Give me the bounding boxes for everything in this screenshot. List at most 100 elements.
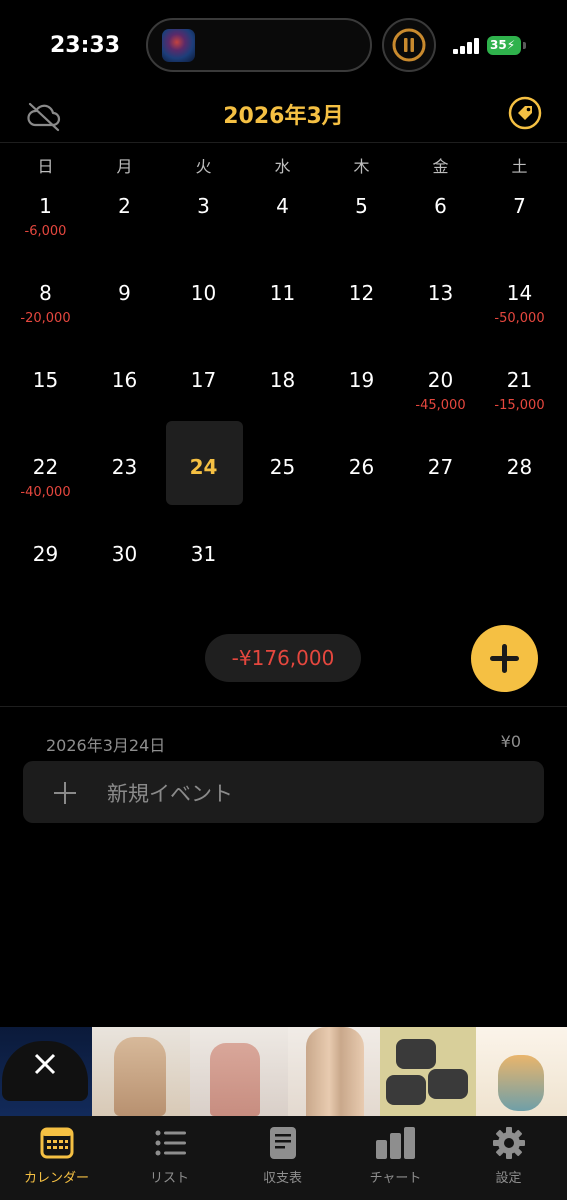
day-number: 24 (189, 455, 218, 479)
day-cell[interactable]: 11 (243, 273, 322, 359)
day-number: 14 (506, 281, 533, 305)
list-icon (113, 1126, 226, 1164)
day-cell[interactable]: 7 (480, 186, 559, 272)
day-cell[interactable]: 6 (401, 186, 480, 272)
ad-banner[interactable] (0, 1027, 567, 1116)
day-cell[interactable]: 27 (401, 447, 480, 533)
status-bar: 23:33 35⚡ (0, 0, 567, 90)
day-amount: -20,000 (20, 311, 71, 326)
weekday-sat: 土 (511, 157, 528, 176)
day-number: 3 (197, 194, 210, 218)
knit-image (210, 1043, 260, 1116)
tab-settings[interactable]: 設定 (452, 1116, 565, 1200)
day-number: 9 (118, 281, 131, 305)
x-logo-icon (34, 1053, 56, 1075)
day-number: 30 (111, 542, 138, 566)
ad-image-stockings[interactable] (288, 1027, 380, 1116)
day-number: 22 (32, 455, 59, 479)
bar-chart-icon (339, 1126, 452, 1164)
calendar-icon (0, 1126, 113, 1164)
day-cell[interactable]: 26 (322, 447, 401, 533)
battery-tip (523, 42, 526, 49)
day-number: 11 (269, 281, 296, 305)
weekday-row: 日 月 火 水 木 金 土 (6, 153, 561, 181)
day-number: 27 (427, 455, 454, 479)
day-cell[interactable]: 8 -20,000 (6, 273, 85, 359)
tab-balance-sheet[interactable]: 収支表 (226, 1116, 339, 1200)
day-cell[interactable]: 15 (6, 360, 85, 446)
day-cell[interactable]: 2 (85, 186, 164, 272)
ad-image-cap[interactable] (0, 1027, 92, 1116)
day-cell[interactable]: 3 (164, 186, 243, 272)
day-cell[interactable]: 20 -45,000 (401, 360, 480, 446)
day-number: 29 (32, 542, 59, 566)
day-cell[interactable]: 1 -6,000 (6, 186, 85, 272)
day-cell[interactable]: 18 (243, 360, 322, 446)
weekday-fri: 金 (432, 157, 449, 176)
wallet-image (428, 1069, 468, 1099)
day-cell[interactable]: 5 (322, 186, 401, 272)
dress-image (114, 1037, 166, 1116)
day-cell[interactable]: 31 (164, 534, 243, 620)
day-cell[interactable]: 19 (322, 360, 401, 446)
day-number: 18 (269, 368, 296, 392)
day-cell[interactable]: 25 (243, 447, 322, 533)
month-total-pill[interactable]: -¥176,000 (205, 634, 361, 682)
battery-level: 35 (490, 38, 507, 52)
day-cell[interactable]: 10 (164, 273, 243, 359)
day-cell[interactable]: 4 (243, 186, 322, 272)
section-divider (0, 706, 567, 707)
dynamic-island[interactable] (146, 18, 372, 72)
cellular-signal-icon (453, 38, 479, 54)
ad-image-wallets[interactable] (380, 1027, 476, 1116)
selected-day-total: ¥0 (500, 732, 521, 751)
day-number: 21 (506, 368, 533, 392)
day-number: 10 (190, 281, 217, 305)
ad-image-keychain[interactable] (476, 1027, 567, 1116)
day-cell[interactable]: 22 -40,000 (6, 447, 85, 533)
day-number: 12 (348, 281, 375, 305)
day-amount: -50,000 (494, 311, 545, 326)
day-cell[interactable]: 16 (85, 360, 164, 446)
tab-label: 収支表 (262, 1171, 302, 1186)
day-amount: -40,000 (20, 485, 71, 500)
tab-chart[interactable]: チャート (339, 1116, 452, 1200)
day-number: 7 (513, 194, 526, 218)
day-cell[interactable]: 12 (322, 273, 401, 359)
day-cell[interactable]: 28 (480, 447, 559, 533)
pause-icon (392, 28, 426, 62)
tab-list[interactable]: リスト (113, 1116, 226, 1200)
timer-pause-button[interactable] (382, 18, 436, 72)
month-title[interactable]: 2026年3月 (0, 98, 567, 130)
day-amount: -45,000 (415, 398, 466, 413)
weekday-wed: 水 (274, 157, 291, 176)
ad-image-knit[interactable] (190, 1027, 288, 1116)
day-cell[interactable]: 29 (6, 534, 85, 620)
new-event-button[interactable]: 新規イベント (23, 761, 544, 823)
day-number: 8 (39, 281, 52, 305)
day-cell[interactable]: 14 -50,000 (480, 273, 559, 359)
tab-calendar[interactable]: カレンダー (0, 1116, 113, 1200)
tab-label: カレンダー (23, 1171, 89, 1186)
day-cell[interactable]: 13 (401, 273, 480, 359)
day-number: 1 (39, 194, 52, 218)
day-cell[interactable]: 21 -15,000 (480, 360, 559, 446)
day-cell-today[interactable]: 24 (164, 421, 243, 533)
gear-icon (452, 1126, 565, 1164)
day-number: 31 (190, 542, 217, 566)
add-transaction-button[interactable] (471, 625, 538, 692)
ad-image-dress[interactable] (92, 1027, 190, 1116)
day-amount: -6,000 (24, 224, 67, 239)
battery-indicator: 35⚡ (487, 36, 521, 55)
plus-icon (54, 782, 76, 804)
now-playing-artwork (162, 29, 195, 62)
weekday-tue: 火 (195, 157, 212, 176)
day-cell[interactable]: 9 (85, 273, 164, 359)
day-cell[interactable]: 23 (85, 447, 164, 533)
day-number: 19 (348, 368, 375, 392)
document-icon (226, 1126, 339, 1164)
day-cell[interactable]: 30 (85, 534, 164, 620)
day-number: 4 (276, 194, 289, 218)
tag-icon[interactable] (507, 95, 543, 131)
selected-date: 2026年3月24日 (46, 736, 166, 755)
